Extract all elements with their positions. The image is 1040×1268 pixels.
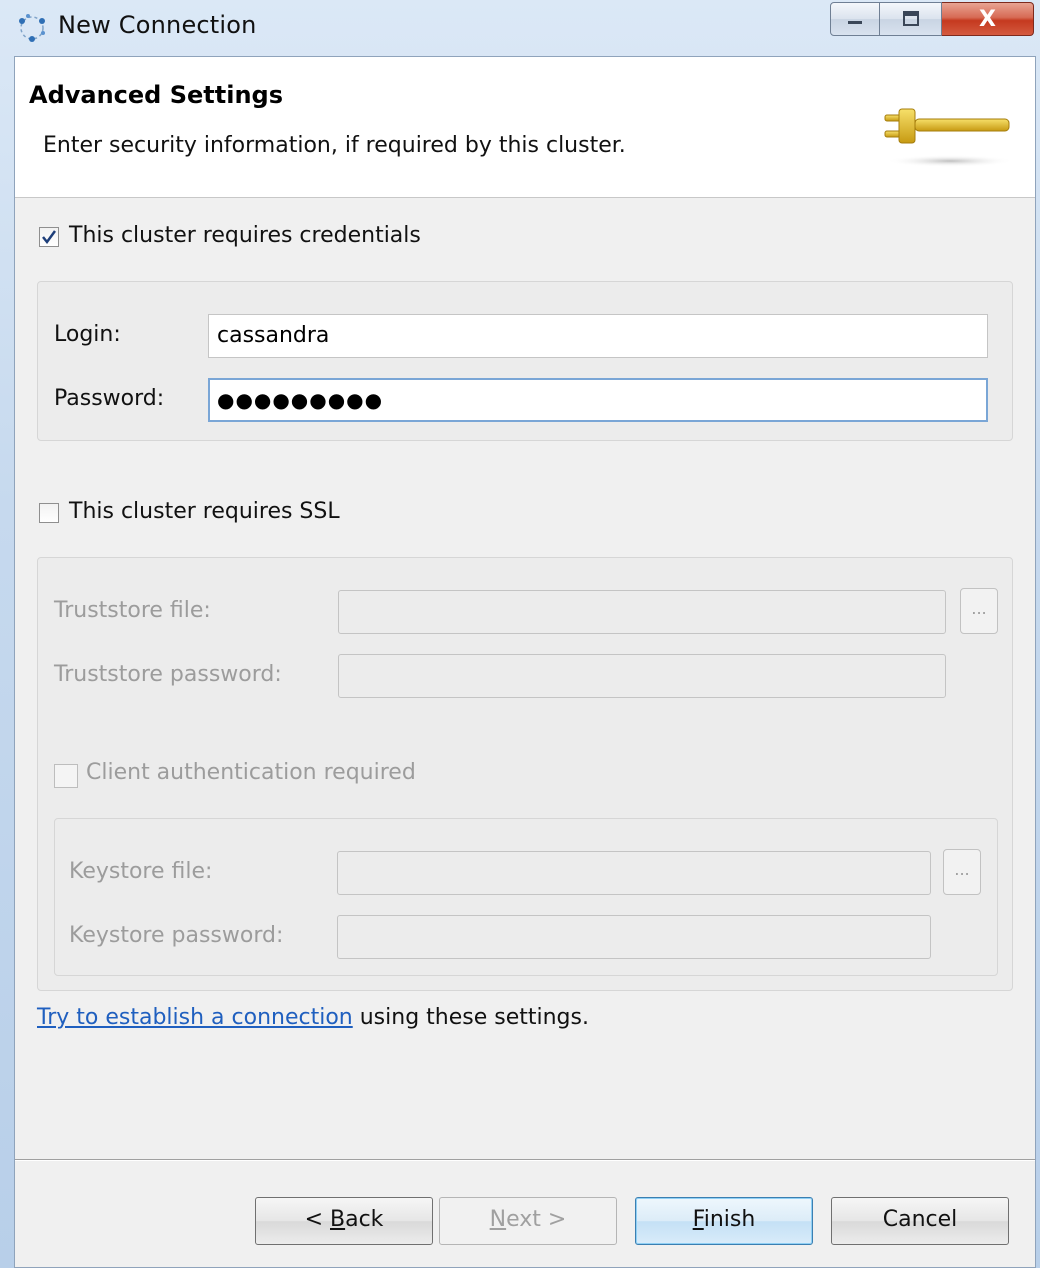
title-bar[interactable]: New Connection X [0, 0, 1040, 56]
next-rest: ext > [506, 1207, 567, 1232]
dialog-body: Advanced Settings Enter security informa… [14, 56, 1036, 1268]
credentials-checkbox-label[interactable]: This cluster requires credentials [69, 223, 421, 248]
keystore-browse-button[interactable]: ... [943, 849, 981, 895]
plug-icon [884, 108, 1014, 167]
dialog-window: New Connection X Advanced Settings Enter… [0, 0, 1040, 1268]
next-button[interactable]: Next > [439, 1197, 617, 1245]
credentials-checkbox[interactable] [39, 227, 59, 247]
keystore-password-label: Keystore password: [69, 923, 284, 948]
maximize-button[interactable] [880, 2, 942, 36]
truststore-file-label: Truststore file: [54, 598, 211, 623]
test-connection-link[interactable]: Try to establish a connection [37, 1005, 353, 1030]
ssl-checkbox-label[interactable]: This cluster requires SSL [69, 499, 340, 524]
checkmark-icon [42, 230, 57, 245]
truststore-password-field[interactable] [338, 654, 946, 698]
minimize-icon [848, 21, 862, 24]
wizard-header: Advanced Settings Enter security informa… [15, 57, 1035, 198]
client-auth-label[interactable]: Client authentication required [86, 760, 416, 785]
back-button[interactable]: < Back [255, 1197, 433, 1245]
back-rest: ack [345, 1207, 384, 1232]
finish-rest: inish [703, 1207, 756, 1232]
back-prefix: < [304, 1207, 330, 1232]
login-field[interactable]: cassandra [208, 314, 988, 358]
truststore-browse-button[interactable]: ... [960, 588, 998, 634]
ssl-checkbox[interactable] [39, 503, 59, 523]
truststore-file-field[interactable] [338, 590, 946, 634]
next-mnemonic: N [489, 1207, 507, 1232]
close-button[interactable]: X [942, 2, 1034, 36]
test-connection-suffix: using these settings. [352, 1005, 589, 1030]
password-mask: ●●●●●●●●● [217, 388, 384, 412]
page-title: Advanced Settings [29, 81, 284, 109]
password-field[interactable]: ●●●●●●●●● [208, 378, 988, 422]
credentials-group: Login: cassandra Password: ●●●●●●●●● [37, 281, 1013, 441]
maximize-icon [902, 11, 919, 26]
keystore-file-label: Keystore file: [69, 859, 213, 884]
finish-button[interactable]: Finish [635, 1197, 813, 1245]
page-description: Enter security information, if required … [43, 133, 626, 158]
keystore-file-field[interactable] [337, 851, 931, 895]
back-mnemonic: B [330, 1207, 346, 1232]
keystore-password-field[interactable] [337, 915, 931, 959]
close-icon: X [979, 6, 996, 32]
keystore-group: Keystore file: ... Keystore password: [54, 818, 998, 976]
password-label: Password: [54, 386, 165, 411]
test-connection-row: Try to establish a connection using thes… [37, 1005, 589, 1030]
connection-app-icon [19, 14, 45, 42]
login-label: Login: [54, 322, 121, 347]
minimize-button[interactable] [830, 2, 880, 36]
ssl-group: Truststore file: ... Truststore password… [37, 557, 1013, 991]
window-title: New Connection [58, 11, 257, 39]
button-separator [15, 1159, 1035, 1161]
client-auth-checkbox[interactable] [54, 764, 78, 788]
cancel-button[interactable]: Cancel [831, 1197, 1009, 1245]
truststore-password-label: Truststore password: [54, 662, 282, 687]
finish-mnemonic: F [692, 1207, 704, 1232]
